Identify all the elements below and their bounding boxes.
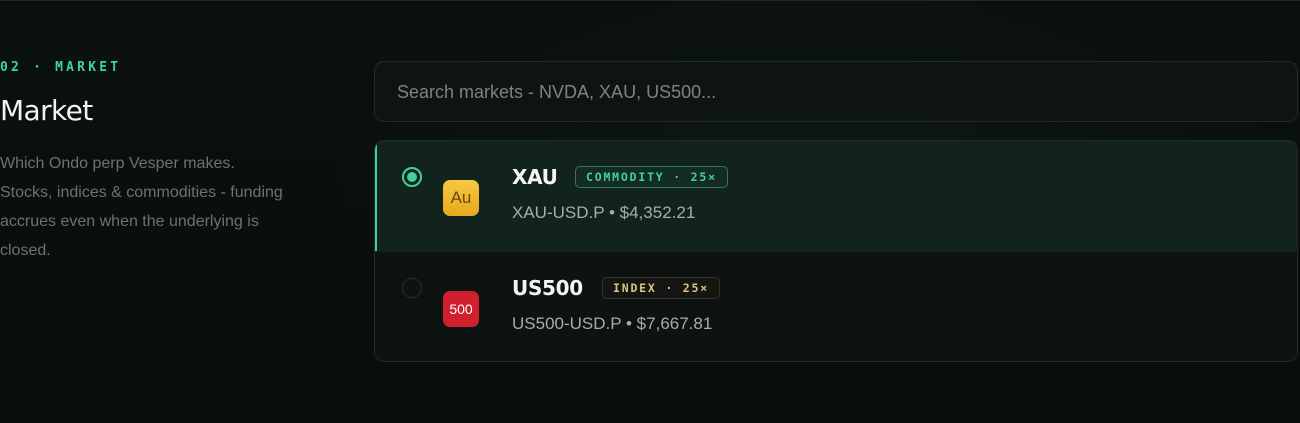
market-pair-price: US500-USD.P • $7,667.81	[512, 314, 713, 333]
market-type-badge: INDEX · 25×	[602, 277, 720, 299]
radio-selected-icon[interactable]	[402, 167, 422, 187]
market-symbol: XAU	[512, 165, 558, 189]
section-title: Market	[0, 94, 93, 127]
market-list: Au XAU COMMODITY · 25× XAU-USD.P • $4,35…	[374, 140, 1298, 362]
market-pair-price: XAU-USD.P • $4,352.21	[512, 203, 696, 222]
top-divider	[0, 0, 1300, 1]
search-placeholder: Search markets - NVDA, XAU, US500...	[397, 82, 717, 102]
market-search-input[interactable]: Search markets - NVDA, XAU, US500...	[374, 61, 1298, 122]
gold-icon: Au	[443, 180, 479, 216]
market-option-xau[interactable]: Au XAU COMMODITY · 25× XAU-USD.P • $4,35…	[375, 141, 1297, 252]
market-symbol: US500	[512, 276, 583, 300]
gold-icon-label: Au	[450, 188, 472, 207]
us500-icon: 500	[443, 291, 479, 327]
section-eyebrow: 02 · MARKET	[0, 60, 122, 75]
market-type-badge: COMMODITY · 25×	[575, 166, 728, 188]
market-option-us500[interactable]: 500 US500 INDEX · 25× US500-USD.P • $7,6…	[375, 252, 1297, 361]
section-description: Which Ondo perp Vesper makes. Stocks, in…	[0, 155, 283, 259]
us500-icon-label: 500	[449, 301, 473, 317]
radio-unselected-icon[interactable]	[402, 278, 422, 298]
